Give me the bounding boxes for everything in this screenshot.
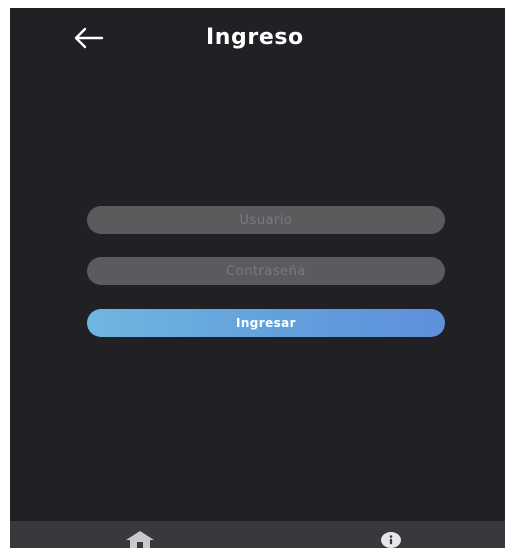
header: Ingreso: [10, 8, 505, 70]
page-title: Ingreso: [206, 25, 304, 50]
login-screen: Ingreso Ingresar: [10, 8, 505, 548]
info-icon: [381, 532, 401, 548]
arrow-left-icon: [74, 27, 104, 49]
page: Ingreso Ingresar: [0, 0, 513, 548]
home-icon: [126, 531, 154, 548]
bottom-nav: [10, 521, 505, 548]
password-input[interactable]: [87, 257, 445, 285]
nav-info[interactable]: [379, 530, 403, 548]
login-button[interactable]: Ingresar: [87, 309, 445, 337]
nav-home[interactable]: [122, 529, 158, 548]
username-input[interactable]: [87, 206, 445, 234]
back-button[interactable]: [72, 23, 106, 53]
